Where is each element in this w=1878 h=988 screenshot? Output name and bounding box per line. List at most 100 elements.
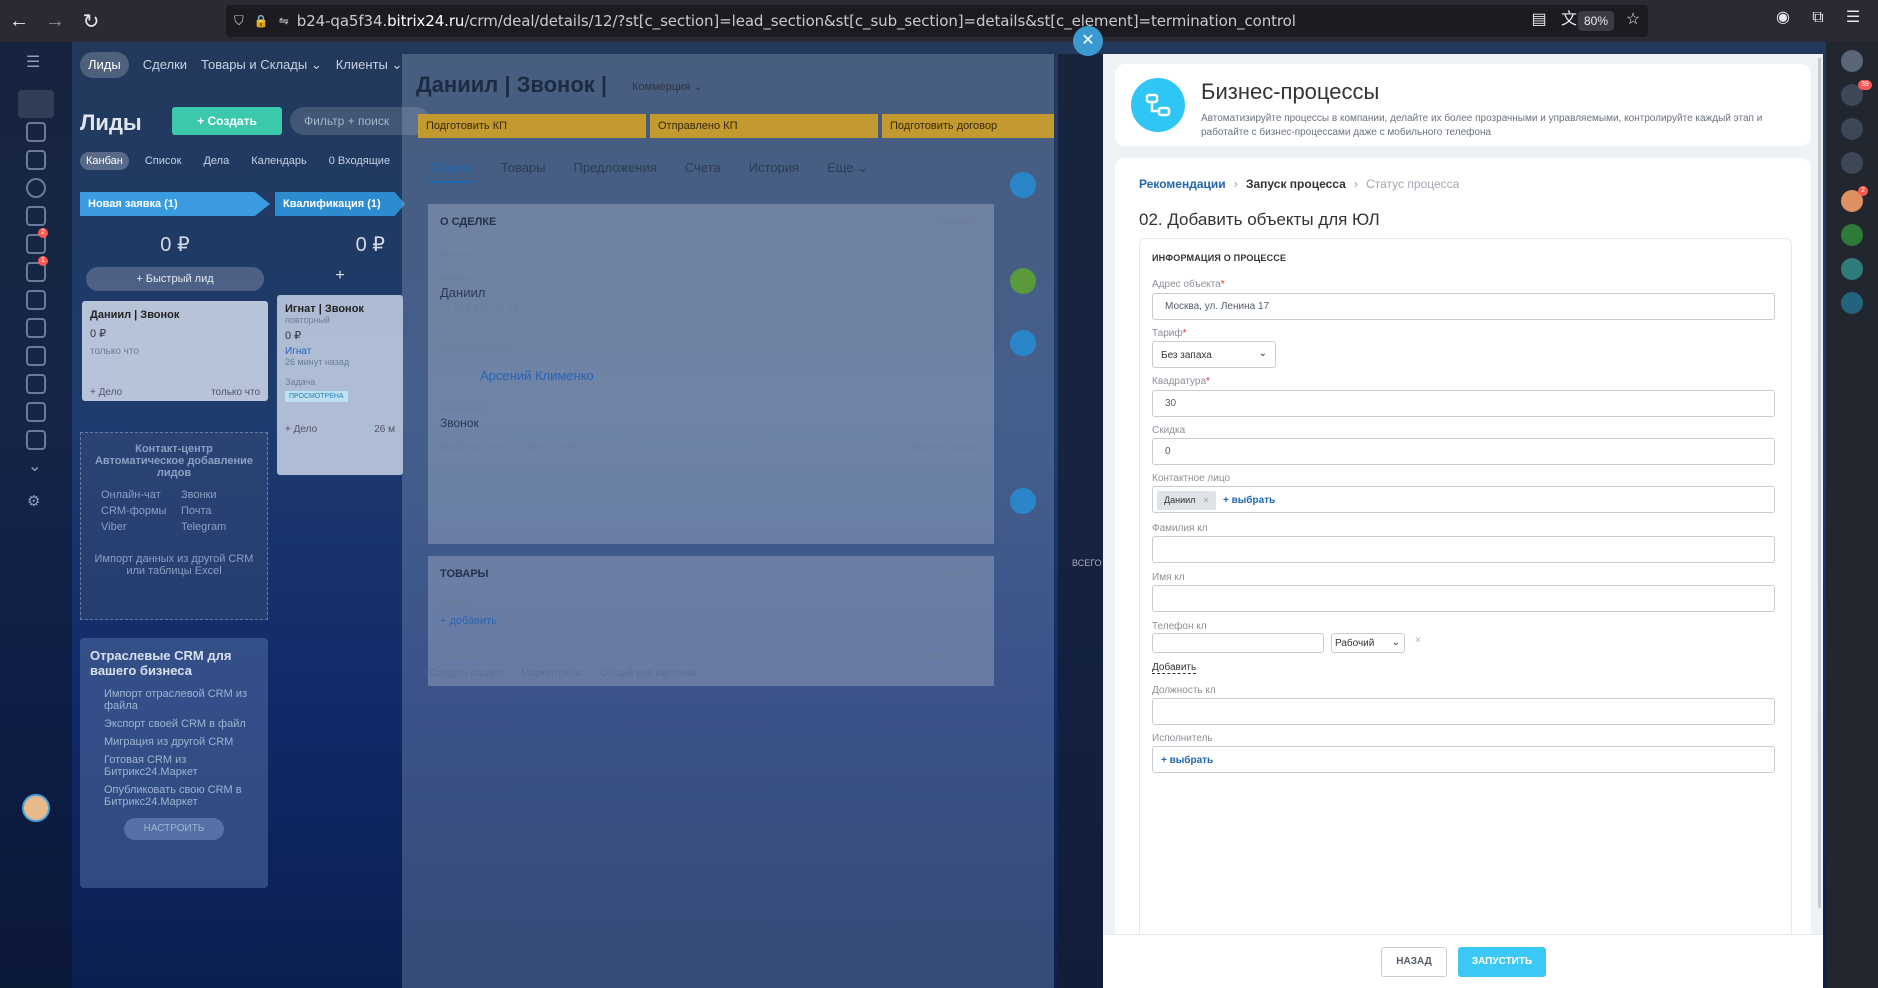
choose-field-link[interactable]: Выбрать поле [440, 442, 505, 453]
add-product-link[interactable]: + добавить [440, 615, 982, 627]
nav-clients[interactable]: Клиенты ⌄ [336, 52, 403, 78]
extensions-icon[interactable]: ⧉ [1809, 9, 1827, 27]
stage-1[interactable]: Подготовить КП [418, 114, 646, 138]
card-view-link[interactable]: Общий вид карточки [600, 668, 696, 679]
deal-category[interactable]: Коммерция ⌄ [632, 80, 703, 93]
address-bar[interactable]: ⛉ 🔒 ⇋ b24-qa5f34.bitrix24.ru/crm/deal/de… [226, 5, 1648, 37]
crumb-status[interactable]: Статус процесса [1366, 177, 1459, 191]
industry-item[interactable]: Опубликовать свою CRM в Битрикс24.Маркет [104, 784, 258, 808]
app-icon[interactable] [1841, 224, 1863, 246]
tab-invoices[interactable]: Счета [685, 160, 721, 183]
edit-link[interactable]: изменить [934, 216, 982, 228]
remove-phone-icon[interactable]: × [1415, 635, 1421, 646]
add-activity-link[interactable]: + Дело [285, 424, 317, 435]
settings-icon[interactable]: ⚙ [27, 492, 40, 510]
position-input[interactable] [1152, 698, 1775, 725]
cc-item[interactable]: Telegram [181, 521, 257, 533]
account-icon[interactable]: ◉ [1774, 9, 1792, 27]
add-phone-link[interactable]: Добавить [1152, 662, 1197, 674]
card-title[interactable]: Игнат | Звонок [285, 303, 395, 315]
reader-view-icon[interactable]: ▤ [1530, 11, 1548, 29]
tab-general[interactable]: Общие [430, 160, 473, 183]
area-input[interactable]: 30 [1152, 390, 1775, 417]
more-icon[interactable]: ⌄ [28, 456, 41, 476]
openlines-icon[interactable] [1841, 118, 1863, 140]
cart-icon[interactable] [26, 206, 46, 226]
discount-input[interactable]: 0 [1152, 438, 1775, 465]
delete-section-link[interactable]: Удалить раздел [909, 442, 982, 453]
bookmark-icon[interactable] [1841, 292, 1863, 314]
tab-history[interactable]: История [749, 160, 799, 183]
create-field-link[interactable]: Создать поле [514, 442, 577, 453]
reload-icon[interactable]: ↻ [76, 6, 106, 36]
chat-group-icon[interactable] [1841, 258, 1863, 280]
delete-section-link[interactable]: Удалить раздел [909, 651, 982, 662]
card-title[interactable]: Даниил | Звонок [90, 309, 260, 321]
card-person[interactable]: Игнат [285, 346, 395, 357]
close-slider-button[interactable]: ✕ [1073, 26, 1103, 56]
task-icon[interactable] [1010, 488, 1036, 514]
industry-item[interactable]: Миграция из другой CRM [104, 736, 258, 748]
firstname-input[interactable] [1152, 585, 1775, 612]
sign-icon[interactable] [26, 430, 46, 450]
quick-lead-button[interactable]: + Быстрый лид [86, 267, 264, 291]
box-icon[interactable] [26, 374, 46, 394]
docs-icon[interactable] [26, 402, 46, 422]
contact-phone[interactable]: +7 948 418-16-18 [440, 304, 982, 315]
tab-kanban[interactable]: Канбан [80, 152, 129, 170]
nav-leads[interactable]: Лиды [80, 52, 129, 78]
import-link[interactable]: Импорт данных из другой CRM или таблицы … [91, 553, 257, 577]
shop-icon[interactable] [26, 346, 46, 366]
industry-item[interactable]: Готовая CRM из Битрикс24.Маркет [104, 754, 258, 778]
responsible-name[interactable]: Арсений Клименко [440, 368, 982, 383]
nav-deals[interactable]: Сделки [143, 52, 187, 78]
add-activity-link[interactable]: + Дело [90, 387, 122, 398]
crumb-launch[interactable]: Запуск процесса [1246, 177, 1346, 191]
phone-icon[interactable] [1010, 268, 1036, 294]
executor-field[interactable]: + выбрать [1152, 746, 1775, 773]
search-chat-icon[interactable] [1841, 152, 1863, 174]
phone-type-select[interactable]: Рабочий ⌄ [1331, 633, 1405, 653]
crm-filter-icon[interactable] [18, 90, 54, 118]
cc-item[interactable]: Почта [181, 505, 257, 517]
lastname-input[interactable] [1152, 536, 1775, 563]
tab-calendar[interactable]: Календарь [245, 152, 313, 170]
cc-item[interactable]: Онлайн-чат [101, 489, 177, 501]
edit-link[interactable]: изменить [934, 568, 982, 580]
calendar-icon[interactable] [26, 122, 46, 142]
analytics-icon[interactable] [26, 290, 46, 310]
slider-scrollbar[interactable] [1818, 58, 1821, 908]
tab-activities[interactable]: Дела [197, 152, 235, 170]
tariff-select[interactable]: Без запаха ⌄ [1152, 341, 1276, 368]
choose-field-link[interactable]: Выбрать поле [440, 651, 505, 662]
create-section-link[interactable]: Создать раздел [430, 668, 503, 679]
user-avatar[interactable] [22, 794, 50, 822]
back-button[interactable]: НАЗАД [1381, 947, 1447, 977]
run-button[interactable]: ЗАПУСТИТЬ [1458, 947, 1546, 977]
cc-item[interactable]: CRM-формы [101, 505, 177, 517]
nav-products[interactable]: Товары и Склады ⌄ [201, 52, 322, 78]
zoom-level[interactable]: 80% [1577, 11, 1614, 31]
chat-icon[interactable] [1010, 172, 1036, 198]
column-header[interactable]: Квалификация (1) [275, 192, 405, 216]
menu-icon[interactable]: ☰ [1844, 9, 1862, 27]
hamburger-icon[interactable]: ☰ [26, 52, 40, 72]
setup-button[interactable]: НАСТРОИТЬ [124, 818, 224, 840]
lead-card[interactable]: Даниил | Звонок 0 ₽ только что + Дело то… [82, 301, 268, 401]
cc-item[interactable]: Звонки [181, 489, 257, 501]
address-input[interactable]: Москва, ул. Ленина 17 [1152, 293, 1775, 320]
chat-icon[interactable] [26, 318, 46, 338]
target-icon[interactable] [26, 178, 46, 198]
drive-icon[interactable] [26, 150, 46, 170]
tab-offers[interactable]: Предложения [573, 160, 656, 183]
stage-3[interactable]: Подготовить договор [882, 114, 1054, 138]
industry-item[interactable]: Импорт отраслевой CRM из файла [104, 688, 258, 712]
tab-list[interactable]: Список [139, 152, 188, 170]
crumb-recommendations[interactable]: Рекомендации [1139, 177, 1226, 191]
create-button[interactable]: + Создать [172, 107, 282, 135]
user-avatar[interactable] [1841, 50, 1863, 72]
create-field-link[interactable]: Создать поле [514, 651, 577, 662]
remove-tag-icon[interactable]: × [1203, 495, 1208, 505]
contact-person-field[interactable]: Даниил × + выбрать [1152, 486, 1775, 513]
translate-icon[interactable]: 文 [1560, 11, 1578, 29]
